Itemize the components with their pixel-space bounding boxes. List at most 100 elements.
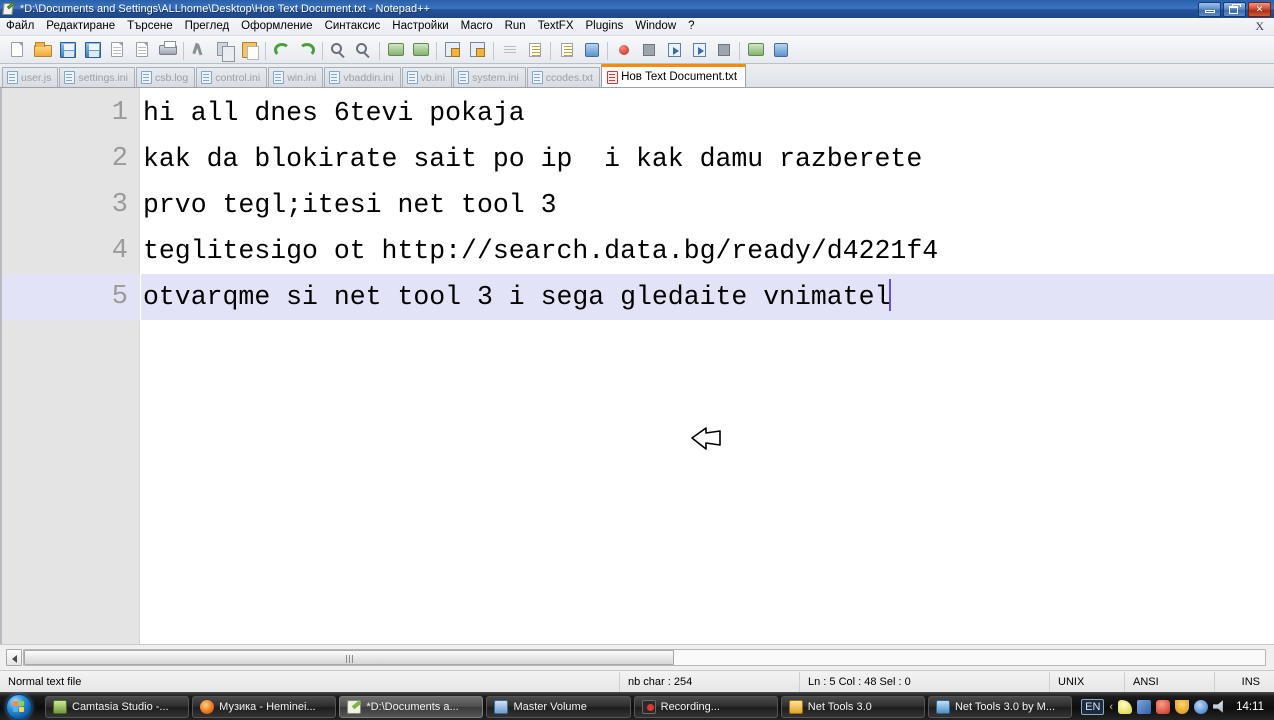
menu-item-language[interactable]: Синтаксис [319,18,387,35]
code-line-current[interactable]: otvarqme si net tool 3 i sega gledaite v… [141,274,1274,320]
user-defined-dialog-icon[interactable] [580,38,604,62]
clock[interactable]: 14:11 [1232,701,1270,713]
file-icon [406,71,418,84]
taskbar-item-net-tools-by-m[interactable]: Net Tools 3.0 by M... [927,695,1073,718]
copy-icon[interactable] [213,38,237,62]
code-line[interactable]: teglitesigo ot http://search.data.bg/rea… [141,228,1274,274]
title-bar: *D:\Documents and Settings\ALLhome\Deskt… [0,0,1274,18]
word-wrap-icon[interactable] [498,38,522,62]
taskbar-item-camtasia[interactable]: Camtasia Studio -... [45,695,190,718]
code-text[interactable]: hi all dnes 6tevi pokaja kak da blokirat… [141,90,1274,644]
maximize-restore-button[interactable] [1223,1,1246,17]
taskbar-item-net-tools[interactable]: Net Tools 3.0 [780,695,925,718]
notepadpp-window: *D:\Documents and Settings\ALLhome\Deskt… [0,0,1274,720]
zoom-in-icon[interactable] [384,38,408,62]
menu-item-textfx[interactable]: TextFX [532,18,580,35]
taskbar-item-master-volume[interactable]: Master Volume [486,695,631,718]
indent-guide-icon[interactable] [555,38,579,62]
file-icon [458,71,470,84]
tab-nov-text-document-txt[interactable]: Нов Text Document.txt [601,64,747,87]
minimize-button[interactable] [1198,1,1221,17]
toolbar [0,36,1274,64]
menu-item-edit[interactable]: Редактиране [40,18,121,35]
menu-item-search[interactable]: Търсене [121,18,179,35]
taskbar-item-recording[interactable]: Recording... [633,695,778,718]
tray-icon-volume[interactable] [1213,700,1223,713]
redo-icon[interactable] [295,38,319,62]
scroll-left-arrow-icon[interactable] [6,649,22,666]
camtasia-icon [53,699,67,714]
menu-item-file[interactable]: Файл [0,18,40,35]
window-title: *D:\Documents and Settings\ALLhome\Deskt… [20,3,430,15]
print-icon[interactable] [156,38,180,62]
launch-ie-icon[interactable] [769,38,793,62]
replace-icon[interactable] [352,38,376,62]
stop-recording-icon[interactable] [637,38,661,62]
save-all-icon[interactable] [81,38,105,62]
tab-vbaddin-ini[interactable]: vbaddin.ini [324,67,401,87]
tab-control-ini[interactable]: control.ini [196,67,268,87]
code-line[interactable]: kak da blokirate sait po ip i kak damu r… [141,136,1274,182]
tray-icon-shield[interactable] [1156,699,1171,714]
menu-item-macro[interactable]: Macro [455,18,499,35]
tab-vb-ini[interactable]: vb.ini [401,67,453,87]
play-macro-icon[interactable] [662,38,686,62]
taskbar-item-notepadpp[interactable]: *D:\Documents a... [339,695,484,718]
tab-label: Нов Text Document.txt [621,71,738,83]
start-button[interactable] [2,693,42,720]
taskbar-item-label: Net Tools 3.0 [807,700,872,713]
tab-settings-ini[interactable]: settings.ini [59,67,135,87]
scroll-thumb[interactable] [24,650,674,665]
language-indicator[interactable]: EN [1081,698,1105,715]
menu-item-help[interactable]: ? [682,18,700,35]
tab-label: user.js [21,71,52,84]
open-file-icon[interactable] [31,38,55,62]
file-icon [64,71,76,84]
editor-area[interactable]: 1 2 3 4 5 hi all dnes 6tevi pokaja kak d… [0,88,1274,644]
new-file-icon[interactable] [6,38,30,62]
close-file-icon[interactable] [106,38,130,62]
tab-system-ini[interactable]: system.ini [453,67,526,87]
scroll-track[interactable] [23,649,1266,666]
tab-label: settings.ini [78,71,128,84]
tab-win-ini[interactable]: win.ini [268,67,324,87]
close-document-icon[interactable]: X [1251,18,1274,35]
paste-icon[interactable] [238,38,262,62]
record-macro-icon[interactable] [612,38,636,62]
menu-item-window[interactable]: Window [629,18,682,35]
find-icon[interactable] [327,38,351,62]
block-icon[interactable] [712,38,736,62]
run-macro-multiple-icon[interactable] [687,38,711,62]
taskbar-item-label: Музика - Heminei... [219,700,316,713]
tray-icon-folder[interactable] [1118,699,1133,714]
code-line[interactable]: hi all dnes 6tevi pokaja [141,90,1274,136]
menu-item-run[interactable]: Run [499,18,532,35]
zoom-out-icon[interactable] [409,38,433,62]
taskbar-item-label: Master Volume [513,700,587,713]
sync-horizontal-icon[interactable] [466,38,490,62]
menu-item-settings[interactable]: Настройки [386,18,454,35]
tab-csb-log[interactable]: csb.log [135,67,196,87]
close-button[interactable]: ✕ [1248,1,1271,17]
tray-icon-app[interactable] [1175,699,1190,714]
tab-ccodes-txt[interactable]: ccodes.txt [526,67,601,87]
tray-expand-icon[interactable]: ‹ [1109,701,1113,713]
menu-item-view[interactable]: Преглед [179,18,236,35]
code-line[interactable]: prvo tegl;itesi net tool 3 [141,182,1274,228]
menu-item-plugins[interactable]: Plugins [580,18,630,35]
cut-icon[interactable] [188,38,212,62]
toolbar-separator [548,40,554,60]
tray-icon-messenger[interactable] [1194,699,1209,714]
taskbar-item-firefox[interactable]: Музика - Heminei... [192,695,337,718]
horizontal-scrollbar[interactable] [0,644,1274,670]
show-all-chars-icon[interactable] [523,38,547,62]
undo-icon[interactable] [270,38,294,62]
tab-user-js[interactable]: user.js [2,67,59,87]
tab-label: csb.log [154,71,189,84]
sync-vertical-icon[interactable] [441,38,465,62]
menu-item-format[interactable]: Оформление [235,18,318,35]
launch-firefox-icon[interactable] [744,38,768,62]
close-all-icon[interactable] [131,38,155,62]
tray-icon-network[interactable] [1137,699,1152,714]
save-icon[interactable] [56,38,80,62]
